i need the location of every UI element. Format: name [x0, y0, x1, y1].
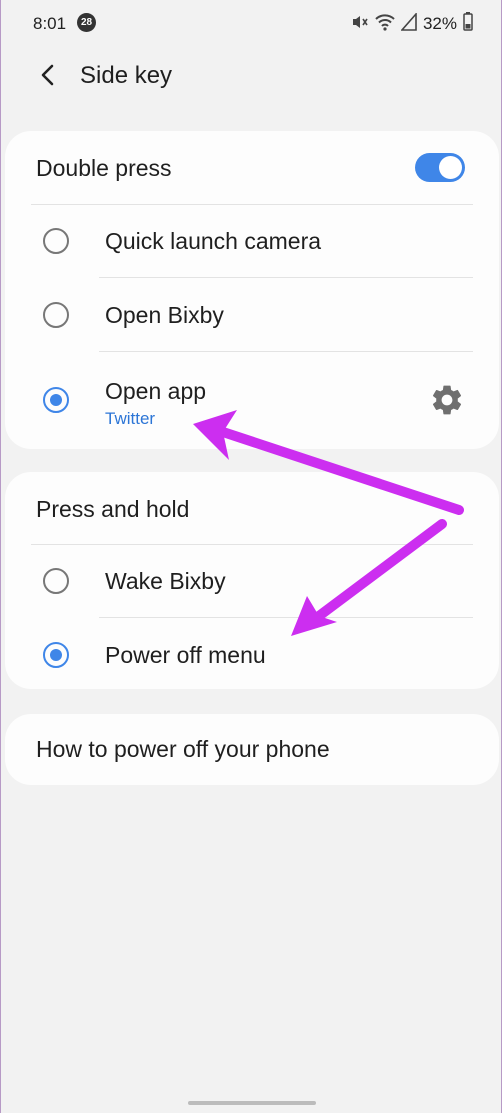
- double-press-row[interactable]: Double press: [5, 131, 499, 201]
- radio-quick-launch-camera[interactable]: [43, 228, 69, 254]
- battery-percent: 32%: [422, 14, 457, 33]
- option-label: Open Bixby: [105, 302, 224, 328]
- radio-open-app[interactable]: [43, 387, 69, 413]
- gear-icon[interactable]: [429, 382, 465, 418]
- wifi-icon: [375, 13, 395, 36]
- page-title: Side key: [80, 62, 173, 89]
- app-bar: Side key: [1, 50, 501, 106]
- how-to-power-off-link[interactable]: How to power off your phone: [36, 736, 330, 763]
- option-open-app[interactable]: Open app Twitter: [5, 351, 499, 449]
- option-quick-launch-camera[interactable]: Quick launch camera: [5, 204, 499, 278]
- option-label: Wake Bixby: [105, 568, 226, 594]
- double-press-toggle[interactable]: [415, 153, 465, 182]
- notification-count-badge: 28: [77, 13, 96, 32]
- option-wake-bixby[interactable]: Wake Bixby: [5, 544, 499, 618]
- radio-open-bixby[interactable]: [43, 302, 69, 328]
- battery-icon: [463, 12, 473, 36]
- back-button[interactable]: [31, 60, 65, 94]
- double-press-label: Double press: [36, 155, 172, 181]
- help-card[interactable]: How to power off your phone: [5, 714, 499, 785]
- option-open-bixby[interactable]: Open Bixby: [5, 277, 499, 351]
- status-bar: 8:01 28 32%: [1, 0, 501, 50]
- home-indicator[interactable]: [188, 1101, 316, 1105]
- status-icons: 32%: [351, 11, 473, 36]
- back-arrow-icon: [39, 64, 57, 91]
- press-and-hold-label: Press and hold: [36, 496, 190, 522]
- option-label: Open app: [105, 378, 207, 404]
- press-and-hold-card: Press and hold Wake Bixby Power off menu: [5, 472, 499, 689]
- signal-icon: [400, 11, 417, 36]
- double-press-card: Double press Quick launch camera Open Bi…: [5, 131, 499, 449]
- toggle-knob: [439, 156, 462, 179]
- press-and-hold-row: Press and hold: [5, 472, 499, 542]
- option-label: Quick launch camera: [105, 228, 322, 254]
- clock: 8:01: [33, 14, 67, 33]
- radio-power-off-menu[interactable]: [43, 642, 69, 668]
- radio-wake-bixby[interactable]: [43, 568, 69, 594]
- selected-app-name[interactable]: Twitter: [105, 409, 155, 429]
- option-power-off-menu[interactable]: Power off menu: [5, 617, 499, 691]
- mute-icon: [351, 13, 369, 36]
- option-label: Power off menu: [105, 642, 266, 668]
